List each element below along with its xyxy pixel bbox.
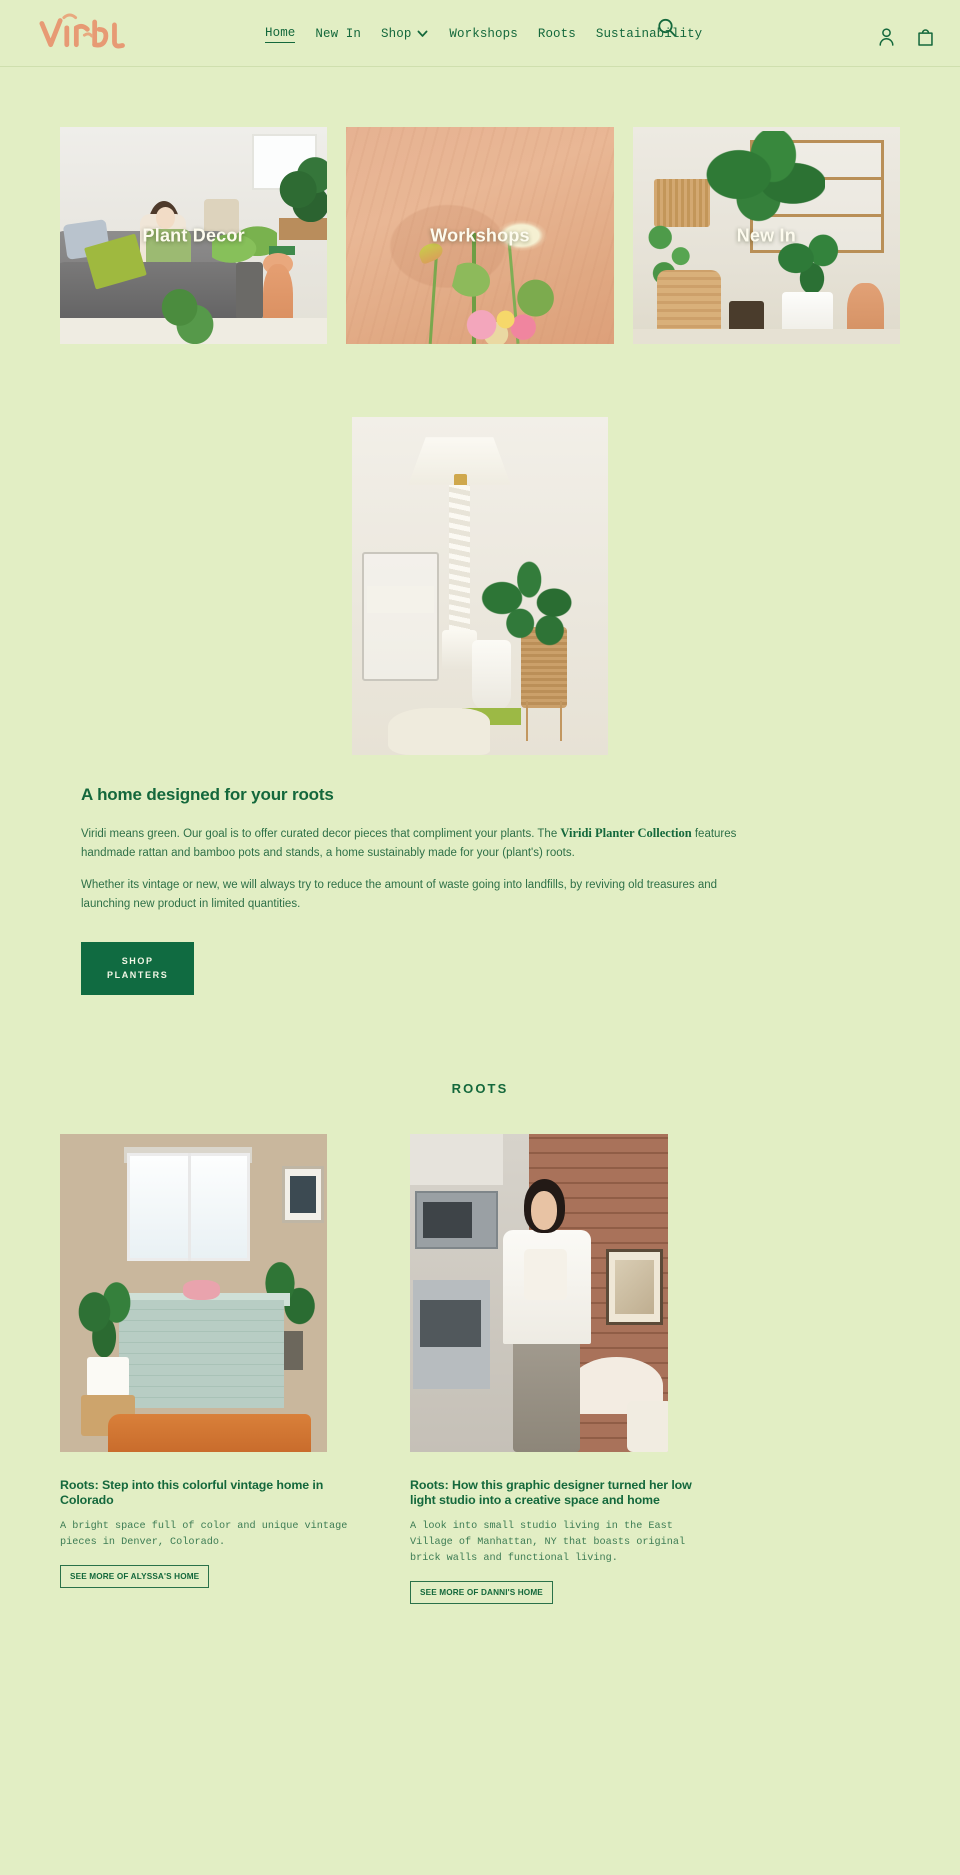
about-paragraph-2: Whether its vintage or new, we will alwa… <box>81 879 718 910</box>
category-card-plant-decor[interactable]: Plant Decor <box>60 127 328 344</box>
roots-section-title: ROOTS <box>451 1081 509 1097</box>
site-logo[interactable] <box>36 8 146 58</box>
article-cta-alyssa[interactable]: SEE MORE OF ALYSSA'S HOME <box>60 1565 210 1589</box>
shop-planters-line-1: SHOP <box>121 955 154 966</box>
category-card-workshops-label: Workshops <box>430 225 530 245</box>
article-excerpt-danni: A look into small studio living in the E… <box>410 1521 686 1565</box>
about-paragraph-1-part-1: Viridi means green. Our goal is to offer… <box>81 828 561 840</box>
article-image-alyssa[interactable] <box>60 1134 327 1453</box>
article-title-alyssa: Roots: Step into this colorful vintage h… <box>60 1478 324 1508</box>
nav-item-new-in-label: New In <box>315 26 362 41</box>
page-root: Home New In Shop Workshops Roots Sustain… <box>0 0 960 1875</box>
article-title-danni: Roots: How this graphic designer turned … <box>410 1478 692 1508</box>
article-card-danni: Roots: How this graphic designer turned … <box>410 1134 710 1604</box>
about-heading: A home designed for your roots <box>81 785 334 804</box>
site-header: Home New In Shop Workshops Roots Sustain… <box>0 0 960 67</box>
about-collection-name: Viridi Planter Collection <box>560 826 692 840</box>
main-nav: Home New In Shop Workshops Roots Sustain… <box>265 0 702 67</box>
account-button[interactable] <box>877 26 896 47</box>
nav-item-sustainability[interactable]: Sustainability <box>596 25 702 43</box>
hero-image <box>352 417 608 755</box>
logo-wordmark-icon <box>39 13 125 49</box>
category-card-plant-decor-label: Plant Decor <box>142 225 245 245</box>
category-card-workshops[interactable]: Workshops <box>346 127 614 344</box>
nav-item-shop-label: Shop <box>381 26 412 41</box>
chevron-down-icon <box>416 27 429 40</box>
shopping-bag-icon <box>916 29 935 50</box>
nav-item-roots-label: Roots <box>537 26 576 41</box>
danni-photo <box>410 1134 668 1453</box>
about-section: A home designed for your roots Viridi me… <box>0 755 960 996</box>
article-card-alyssa: Roots: Step into this colorful vintage h… <box>60 1134 360 1604</box>
cart-button[interactable] <box>916 26 935 47</box>
shop-planters-line-2: PLANTERS <box>107 970 169 981</box>
article-image-danni[interactable] <box>410 1134 668 1453</box>
nav-item-new-in[interactable]: New In <box>315 25 361 43</box>
alyssa-photo <box>60 1134 327 1453</box>
category-card-new-in[interactable]: New In <box>632 127 900 344</box>
nav-item-home[interactable]: Home <box>265 24 296 43</box>
category-card-new-in-label: New In <box>736 225 796 245</box>
search-button[interactable] <box>656 17 678 39</box>
nav-item-roots[interactable]: Roots <box>538 25 576 43</box>
nav-item-shop[interactable]: Shop <box>381 25 429 43</box>
shop-planters-button[interactable]: SHOP PLANTERS <box>81 941 195 996</box>
nav-item-workshops-label: Workshops <box>449 26 518 41</box>
article-excerpt-alyssa: A bright space full of color and unique … <box>60 1521 348 1549</box>
nav-item-sustainability-label: Sustainability <box>595 26 703 41</box>
nav-item-home-label: Home <box>265 26 296 40</box>
article-cta-danni[interactable]: SEE MORE OF DANNI'S HOME <box>410 1580 553 1604</box>
account-icon <box>877 28 896 50</box>
about-paragraph-1: Viridi means green. Our goal is to offer… <box>81 823 741 862</box>
hero-photo <box>352 417 608 755</box>
roots-article-grid: Roots: Step into this colorful vintage h… <box>0 1134 960 1604</box>
category-card-grid: Plant Decor Workshops New In <box>0 127 960 344</box>
header-actions <box>877 26 935 47</box>
nav-item-workshops[interactable]: Workshops <box>449 25 517 43</box>
hero-image-section <box>0 417 960 755</box>
search-icon <box>656 18 678 42</box>
